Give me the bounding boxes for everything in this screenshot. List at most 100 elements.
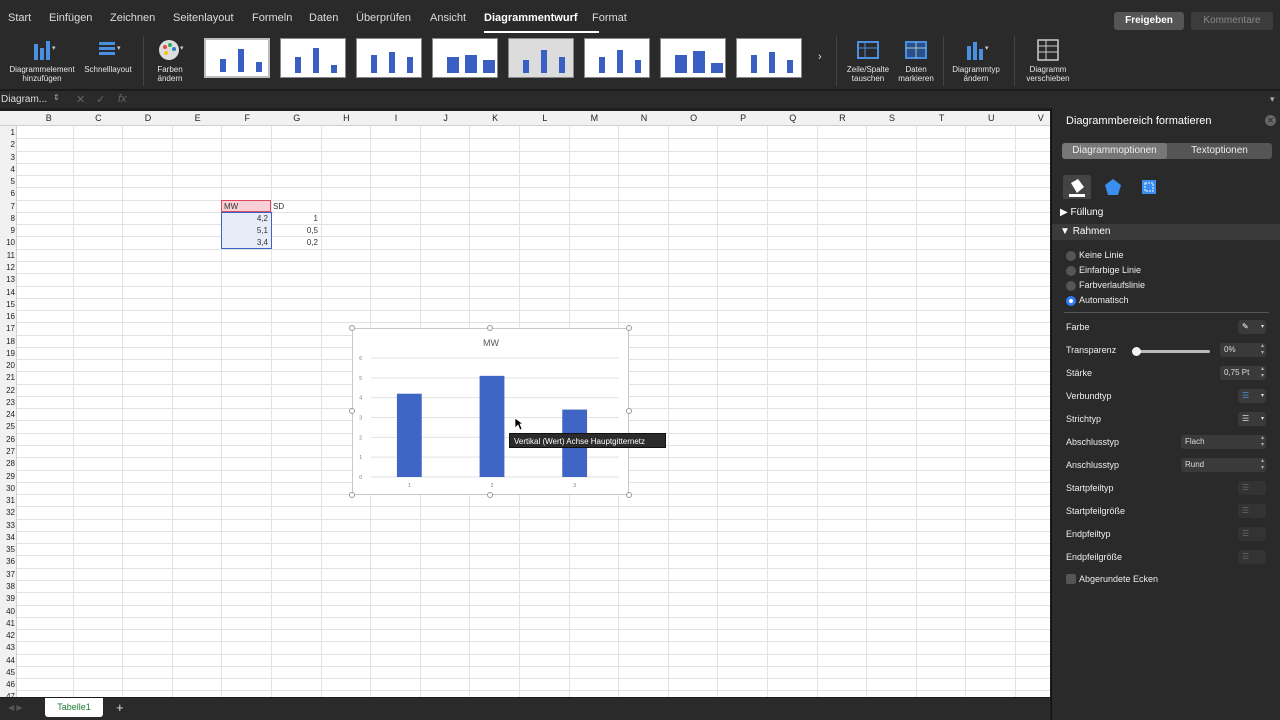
row-header[interactable]: 9	[0, 226, 15, 235]
sheet-nav-arrows-icon[interactable]: ◀ ▶	[8, 703, 23, 712]
end-arrow-size-dropdown[interactable]: ☰	[1238, 550, 1266, 564]
column-header[interactable]: T	[917, 113, 967, 123]
row-header[interactable]: 38	[0, 582, 15, 591]
row-header[interactable]: 41	[0, 619, 15, 628]
add-sheet-button[interactable]: +	[116, 700, 124, 715]
row-header[interactable]: 39	[0, 594, 15, 603]
column-header[interactable]: P	[718, 113, 768, 123]
row-header[interactable]: 46	[0, 680, 15, 689]
effects-icon[interactable]	[1099, 175, 1127, 199]
chart-style-thumbnail[interactable]	[660, 38, 726, 78]
tab-data[interactable]: Daten	[309, 12, 338, 24]
column-header[interactable]: F	[222, 113, 272, 123]
tab-format[interactable]: Format	[592, 12, 627, 24]
chart-area[interactable]: MW 0 1 2 3 4 5 6 1 2 3	[352, 328, 629, 495]
row-header[interactable]: 37	[0, 570, 15, 579]
tab-insert[interactable]: Einfügen	[49, 12, 92, 24]
resize-handle[interactable]	[626, 325, 632, 331]
row-header[interactable]: 11	[0, 251, 15, 260]
column-header[interactable]: D	[123, 113, 173, 123]
cap-type-dropdown[interactable]: Flach ▴ ▾	[1181, 435, 1266, 449]
row-header[interactable]: 35	[0, 545, 15, 554]
change-chart-type-button[interactable]: ▾ Diagrammtyp ändern	[950, 38, 1002, 83]
row-header[interactable]: 6	[0, 189, 15, 198]
begin-arrow-type-dropdown[interactable]: ☰	[1238, 481, 1266, 495]
expand-formula-icon[interactable]: ▾	[1270, 94, 1275, 105]
row-header[interactable]: 22	[0, 386, 15, 395]
tab-formulas[interactable]: Formeln	[252, 12, 292, 24]
chart-style-thumbnail[interactable]	[584, 38, 650, 78]
radio-gradient-line[interactable]: Farbverlaufslinie	[1066, 279, 1226, 293]
resize-handle[interactable]	[487, 325, 493, 331]
resize-handle[interactable]	[626, 408, 632, 414]
resize-handle[interactable]	[349, 408, 355, 414]
column-header[interactable]: H	[322, 113, 372, 123]
color-picker[interactable]: ✎ ▾	[1238, 320, 1266, 334]
row-header[interactable]: 45	[0, 668, 15, 677]
tab-page-layout[interactable]: Seitenlayout	[173, 12, 234, 24]
gallery-next-icon[interactable]: ›	[818, 51, 822, 63]
column-header[interactable]: J	[421, 113, 471, 123]
row-header[interactable]: 19	[0, 349, 15, 358]
tab-start[interactable]: Start	[8, 12, 31, 24]
chart-style-thumbnail[interactable]	[508, 38, 574, 78]
section-fill[interactable]: ▶ Füllung	[1052, 205, 1280, 221]
transparency-slider[interactable]	[1135, 350, 1210, 353]
close-icon[interactable]: ✕	[1265, 115, 1276, 126]
row-header[interactable]: 28	[0, 459, 15, 468]
resize-handle[interactable]	[626, 492, 632, 498]
row-header[interactable]: 8	[0, 214, 15, 223]
tab-chart-design[interactable]: Diagrammentwurf	[484, 12, 578, 24]
row-header[interactable]: 43	[0, 643, 15, 652]
row-header[interactable]: 15	[0, 300, 15, 309]
function-icon[interactable]: fx	[118, 93, 127, 105]
column-header[interactable]: E	[173, 113, 223, 123]
share-button[interactable]: Freigeben	[1114, 12, 1184, 30]
column-header[interactable]: B	[24, 113, 74, 123]
row-header[interactable]: 18	[0, 337, 15, 346]
row-header[interactable]: 17	[0, 324, 15, 333]
column-header[interactable]: G	[272, 113, 322, 123]
row-header[interactable]: 3	[0, 153, 15, 162]
column-header[interactable]: I	[371, 113, 421, 123]
transparency-input[interactable]: 0% ▴ ▾	[1220, 343, 1266, 357]
row-header[interactable]: 26	[0, 435, 15, 444]
row-header[interactable]: 23	[0, 398, 15, 407]
row-header[interactable]: 5	[0, 177, 15, 186]
row-header[interactable]: 33	[0, 521, 15, 530]
end-arrow-type-dropdown[interactable]: ☰	[1238, 527, 1266, 541]
fill-line-icon[interactable]	[1063, 175, 1091, 199]
move-chart-button[interactable]: Diagramm verschieben	[1020, 38, 1076, 83]
row-header[interactable]: 1	[0, 128, 15, 137]
sheet-tab-tabelle1[interactable]: Tabelle1	[45, 698, 103, 717]
row-header[interactable]: 44	[0, 656, 15, 665]
dash-type-dropdown[interactable]: ☰ ▾	[1238, 412, 1266, 426]
width-input[interactable]: 0,75 Pt ▴ ▾	[1220, 366, 1266, 380]
row-header[interactable]: 13	[0, 275, 15, 284]
row-header[interactable]: 10	[0, 238, 15, 247]
tab-chart-options[interactable]: Diagrammoptionen	[1062, 143, 1167, 159]
row-header[interactable]: 42	[0, 631, 15, 640]
row-header[interactable]: 30	[0, 484, 15, 493]
column-header[interactable]: K	[470, 113, 520, 123]
chart-style-thumbnail[interactable]	[736, 38, 802, 78]
row-header[interactable]: 16	[0, 312, 15, 321]
column-header[interactable]: O	[669, 113, 719, 123]
row-header[interactable]: 2	[0, 140, 15, 149]
rounded-corners-checkbox[interactable]	[1066, 574, 1076, 584]
row-header[interactable]: 14	[0, 288, 15, 297]
name-box-stepper-icon[interactable]: ⇕	[53, 93, 60, 102]
row-header[interactable]: 21	[0, 373, 15, 382]
column-header[interactable]: C	[74, 113, 124, 123]
resize-handle[interactable]	[349, 325, 355, 331]
chart-bar[interactable]	[396, 393, 422, 477]
row-header[interactable]: 27	[0, 447, 15, 456]
column-header[interactable]: N	[619, 113, 669, 123]
change-colors-button[interactable]: ▾ Farben ändern	[148, 38, 192, 83]
radio-solid-line[interactable]: Einfarbige Linie	[1066, 264, 1226, 278]
column-header[interactable]: S	[867, 113, 917, 123]
compound-type-dropdown[interactable]: ☰ ▾	[1238, 389, 1266, 403]
chart-style-thumbnail[interactable]	[432, 38, 498, 78]
column-header[interactable]: Q	[768, 113, 818, 123]
row-header[interactable]: 31	[0, 496, 15, 505]
